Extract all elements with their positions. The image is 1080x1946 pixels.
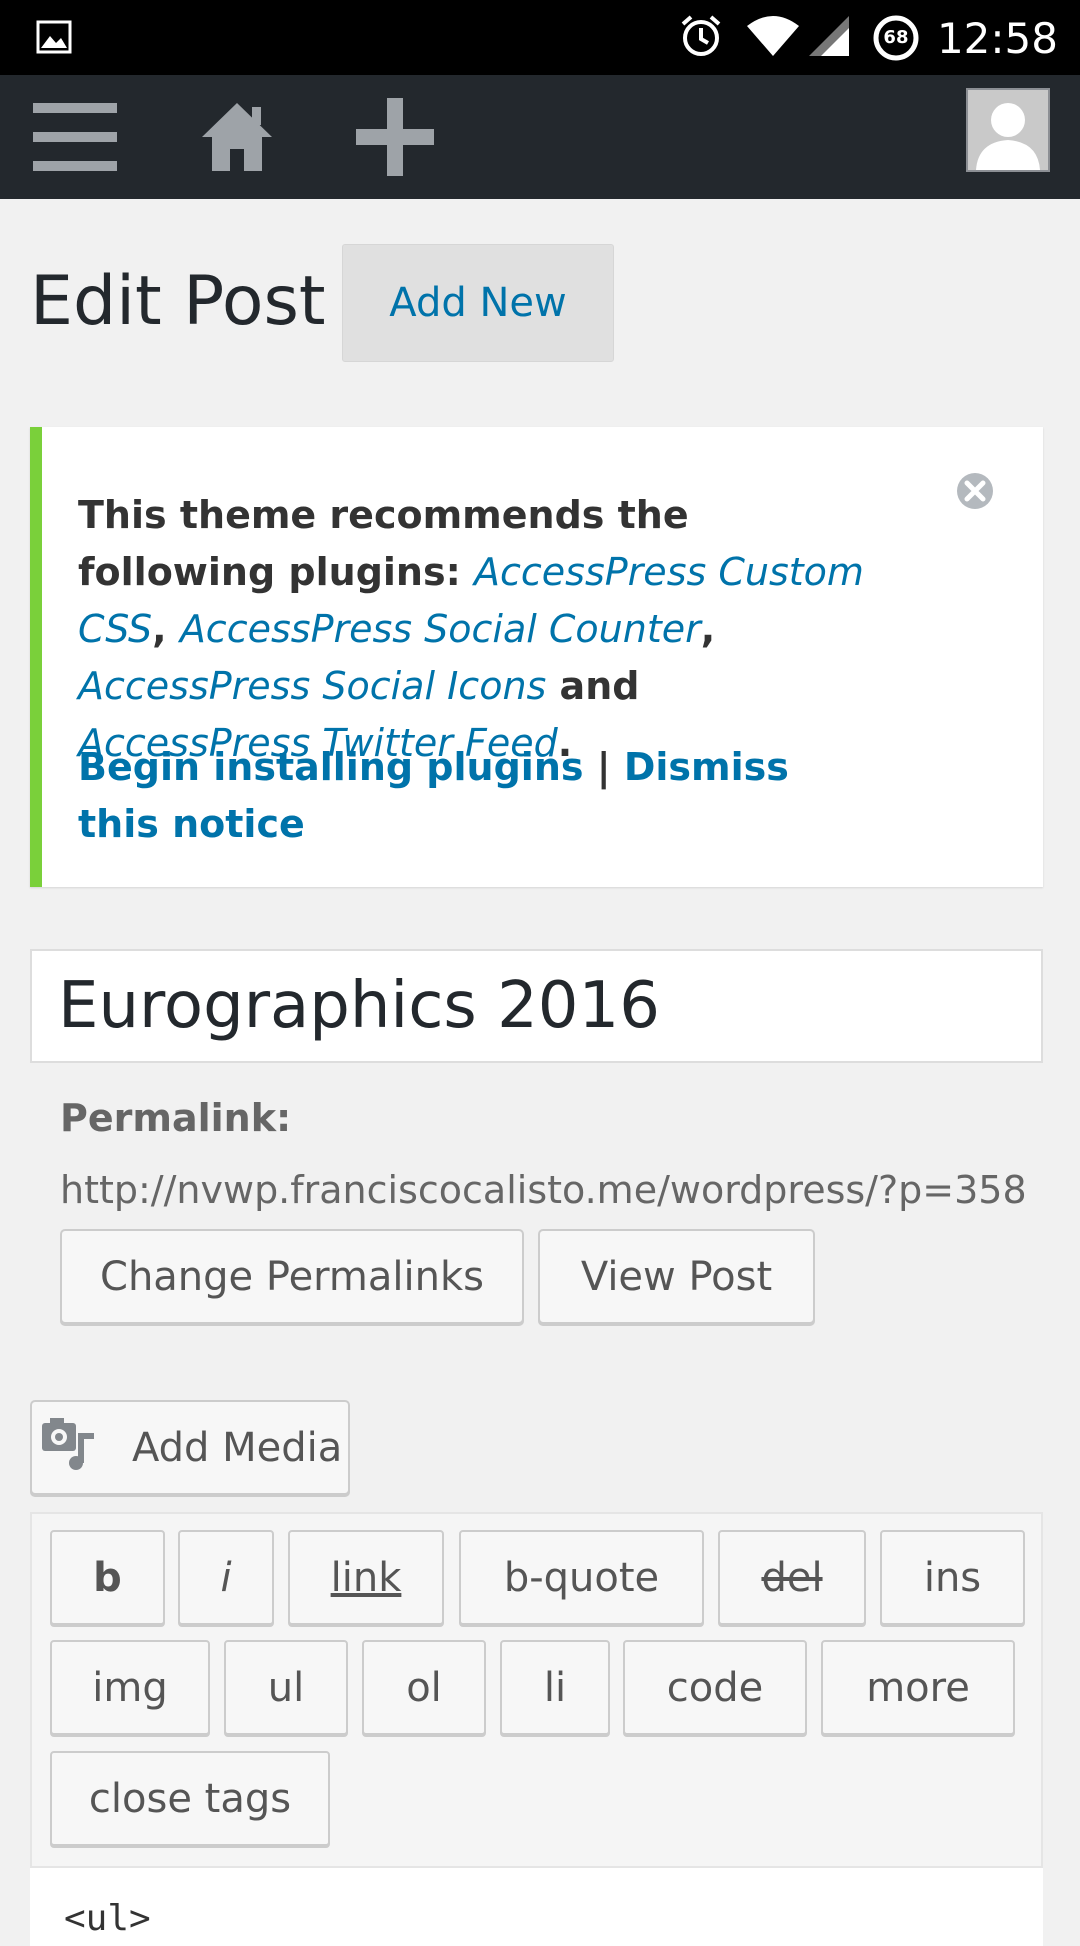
change-permalinks-button[interactable]: Change Permalinks: [60, 1229, 524, 1324]
permalink-url[interactable]: http://nvwp.franciscocalisto.me/wordpres…: [60, 1168, 1027, 1212]
page-title: Edit Post: [30, 262, 326, 341]
permalink-label: Permalink:: [60, 1096, 292, 1140]
qt-link-button[interactable]: link: [288, 1530, 444, 1625]
home-icon[interactable]: [200, 75, 274, 199]
qt-close-tags-button[interactable]: close tags: [50, 1751, 330, 1846]
status-bar: 68 12:58: [0, 0, 1080, 75]
wifi-icon: [745, 14, 801, 62]
qt-more-button[interactable]: more: [821, 1640, 1015, 1735]
begin-installing-link[interactable]: Begin installing plugins: [78, 745, 584, 789]
qt-ul-button[interactable]: ul: [224, 1640, 348, 1735]
avatar-icon[interactable]: [966, 88, 1050, 172]
view-post-button[interactable]: View Post: [538, 1229, 815, 1324]
clock-time: 12:58: [936, 13, 1058, 63]
qt-li-button[interactable]: li: [500, 1640, 610, 1735]
notice-separator: ,: [152, 607, 180, 651]
notice-separator: and: [546, 664, 640, 708]
editor-textarea[interactable]: <ul>: [30, 1866, 1043, 1946]
qt-bquote-button[interactable]: b-quote: [459, 1530, 704, 1625]
plugin-link-social-counter[interactable]: AccessPress Social Counter: [180, 607, 701, 651]
signal-icon: [807, 14, 851, 62]
plugin-notice: This theme recommends the following plug…: [30, 427, 1043, 887]
notice-actions: Begin installing plugins | Dismiss this …: [78, 739, 878, 853]
battery-level: 68: [883, 27, 909, 48]
add-media-button[interactable]: Add Media: [30, 1400, 350, 1495]
qt-italic-button[interactable]: i: [178, 1530, 274, 1625]
add-new-button[interactable]: Add New: [342, 244, 614, 362]
menu-icon[interactable]: [33, 75, 117, 199]
admin-bar: [0, 75, 1080, 199]
notice-separator: ,: [700, 607, 716, 651]
notice-message: This theme recommends the following plug…: [78, 487, 878, 772]
alarm-icon: [679, 14, 723, 62]
image-icon: [36, 20, 72, 58]
close-icon[interactable]: [955, 471, 995, 511]
qt-ins-button[interactable]: ins: [880, 1530, 1025, 1625]
add-media-icon: [40, 1415, 96, 1481]
qt-del-button[interactable]: del: [718, 1530, 866, 1625]
qt-img-button[interactable]: img: [50, 1640, 210, 1735]
qt-ol-button[interactable]: ol: [362, 1640, 486, 1735]
qt-bold-button[interactable]: b: [50, 1530, 165, 1625]
post-title-input[interactable]: Eurographics 2016: [30, 949, 1043, 1063]
add-media-label: Add Media: [132, 1424, 343, 1471]
plugin-link-social-icons[interactable]: AccessPress Social Icons: [78, 664, 546, 708]
qt-code-button[interactable]: code: [623, 1640, 807, 1735]
battery-icon: 68: [873, 15, 919, 61]
plus-icon[interactable]: [356, 75, 434, 199]
notice-divider: |: [583, 745, 624, 789]
